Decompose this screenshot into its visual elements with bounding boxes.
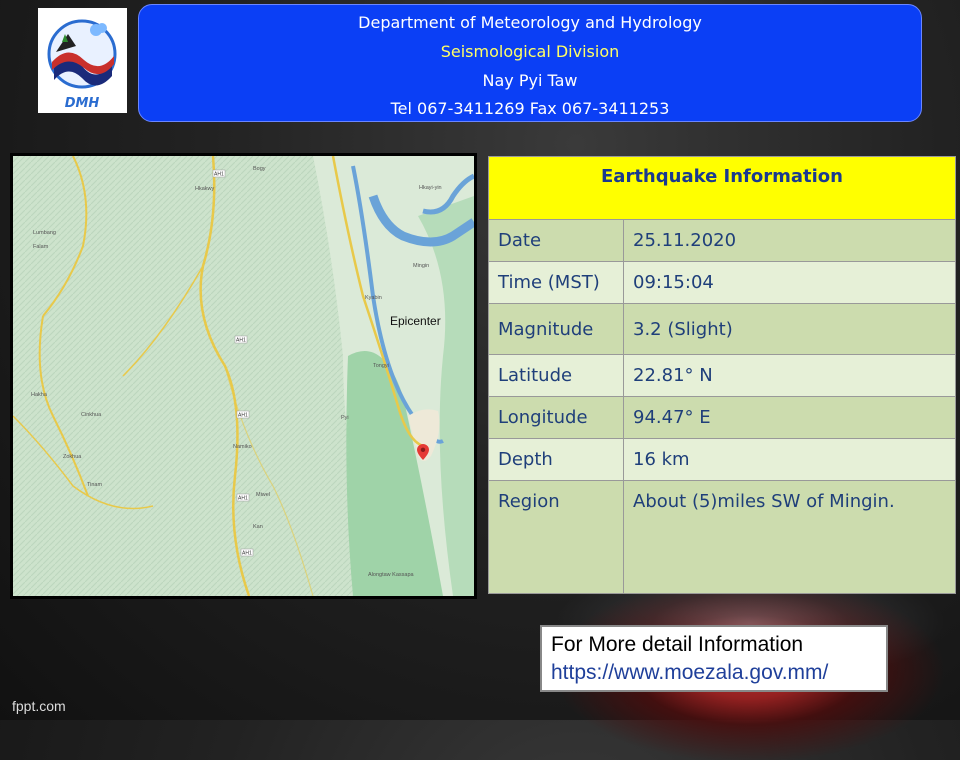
division-name: Seismological Division: [440, 42, 620, 61]
place-label: Mingin: [413, 263, 429, 269]
place-label: Bogy: [253, 166, 266, 172]
place-label: Pyi: [341, 415, 349, 421]
place-label: Tinam: [87, 482, 102, 488]
row-value: 3.2 (Slight): [623, 303, 956, 355]
road-shield: AH1: [236, 338, 246, 344]
place-label: Falam: [33, 244, 49, 250]
table-row: Region About (5)miles SW of Mingin.: [488, 480, 956, 594]
terrain-map: Bogy Hkakwy Lumbang Falam Kyabin Mingin …: [13, 156, 474, 596]
row-value: 09:15:04: [623, 261, 956, 304]
row-value: 25.11.2020: [623, 219, 956, 262]
road-shield: AH1: [214, 172, 224, 178]
place-label: Zokhua: [63, 454, 82, 460]
row-key: Magnitude: [488, 303, 624, 355]
place-label: Kyabin: [365, 295, 382, 301]
watermark: fppt.com: [12, 698, 66, 714]
row-key: Region: [488, 480, 624, 594]
row-key: Depth: [488, 438, 624, 481]
table-row: Date 25.11.2020: [488, 219, 956, 262]
place-label: Lumbang: [33, 230, 56, 236]
row-value: 16 km: [623, 438, 956, 481]
department-name: Department of Meteorology and Hydrology: [358, 13, 702, 32]
table-title: Earthquake Information: [488, 156, 956, 220]
slide: DMH Department of Meteorology and Hydrol…: [0, 0, 960, 760]
more-info-box: For More detail Information https://www.…: [540, 625, 888, 692]
more-info-label: For More detail Information: [551, 633, 804, 656]
table-row: Time (MST) 09:15:04: [488, 261, 956, 304]
place-label: Tongyi: [373, 363, 389, 369]
earthquake-info-table: Earthquake Information Date 25.11.2020 T…: [488, 156, 956, 594]
epicenter-map[interactable]: Bogy Hkakwy Lumbang Falam Kyabin Mingin …: [10, 153, 477, 599]
road-shield: AH1: [238, 413, 248, 419]
road-shield: AH1: [238, 496, 248, 502]
dmh-logo-icon: DMH: [47, 19, 117, 111]
header-banner: Department of Meteorology and Hydrology …: [138, 4, 922, 122]
table-row: Longitude 94.47° E: [488, 396, 956, 439]
row-value: 22.81° N: [623, 354, 956, 397]
place-label: Kan: [253, 524, 263, 530]
place-label: Alongtaw Kassapa: [368, 572, 414, 578]
row-value: About (5)miles SW of Mingin.: [623, 480, 956, 594]
contact-numbers: Tel 067-3411269 Fax 067-3411253: [390, 99, 670, 118]
row-value: 94.47° E: [623, 396, 956, 439]
more-info-link[interactable]: https://www.moezala.gov.mm/: [551, 659, 886, 687]
place-label: Miwel: [256, 492, 270, 498]
svg-text:DMH: DMH: [65, 96, 100, 111]
row-key: Latitude: [488, 354, 624, 397]
road-shield: AH1: [242, 551, 252, 557]
place-label: Cinkhua: [81, 412, 102, 418]
place-label: Namiko: [233, 444, 252, 450]
place-label: Hkakwy: [195, 186, 215, 192]
epicenter-pin-icon[interactable]: [417, 444, 429, 460]
dmh-logo: DMH: [38, 8, 127, 113]
row-key: Date: [488, 219, 624, 262]
table-row: Depth 16 km: [488, 438, 956, 481]
table-row: Latitude 22.81° N: [488, 354, 956, 397]
epicenter-label: Epicenter: [390, 314, 441, 328]
place-label: Hakha: [31, 392, 48, 398]
place-label: Hkayi-yin: [419, 185, 442, 191]
city-name: Nay Pyi Taw: [482, 71, 578, 90]
table-row: Magnitude 3.2 (Slight): [488, 303, 956, 355]
row-key: Longitude: [488, 396, 624, 439]
row-key: Time (MST): [488, 261, 624, 304]
table-header-row: Earthquake Information: [488, 156, 956, 220]
